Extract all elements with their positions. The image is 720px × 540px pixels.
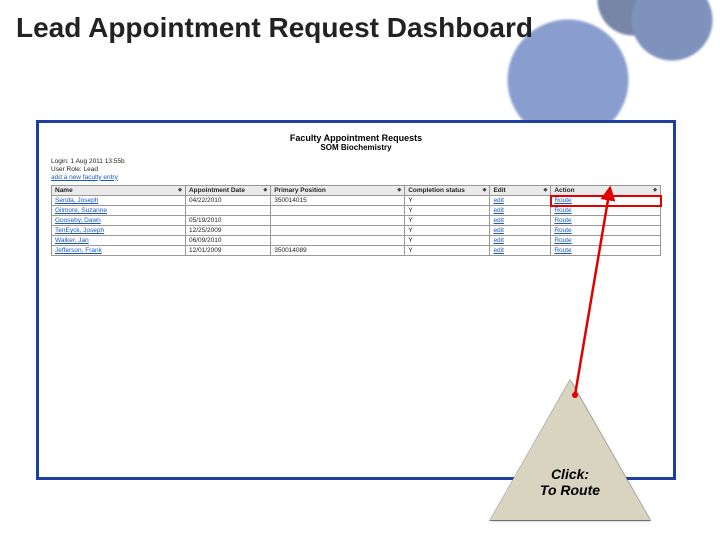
table-header-row: Name◆ Appointment Date◆ Primary Position… [52, 186, 661, 196]
cell-status: Y [405, 226, 490, 236]
requests-table: Name◆ Appointment Date◆ Primary Position… [51, 185, 661, 256]
table-row: Gilmore, Suzanne Y edit Route [52, 206, 661, 216]
cell-position: 350014089 [271, 246, 405, 256]
edit-link[interactable]: edit [493, 227, 503, 234]
name-link[interactable]: Gooseby, Dawn [55, 217, 101, 224]
col-name[interactable]: Name◆ [52, 186, 186, 196]
table-row: Gooseby, Dawn 05/19/2010 Y edit Route [52, 216, 661, 226]
name-link[interactable]: Walker, Jan [55, 237, 89, 244]
callout-line2: To Route [540, 482, 600, 498]
table-row: Walker, Jan 06/09/2010 Y edit Route [52, 236, 661, 246]
cell-position [271, 236, 405, 246]
name-link[interactable]: Senda, Joseph [55, 197, 98, 204]
name-link[interactable]: TenEyck, Joseph [55, 227, 104, 234]
login-meta: Login: 1 Aug 2011 13:55b [51, 158, 661, 166]
edit-link[interactable]: edit [493, 247, 503, 254]
table-row: Jefferson, Frank 12/01/2009 350014089 Y … [52, 246, 661, 256]
col-position[interactable]: Primary Position◆ [271, 186, 405, 196]
dashboard-screenshot: Faculty Appointment Requests SOM Biochem… [39, 123, 673, 268]
col-action[interactable]: Action◆ [551, 186, 661, 196]
edit-link[interactable]: edit [493, 237, 503, 244]
cell-status: Y [405, 206, 490, 216]
route-link[interactable]: Route [554, 227, 571, 234]
cell-date: 05/19/2010 [185, 216, 270, 226]
edit-link[interactable]: edit [493, 207, 503, 214]
cell-position [271, 206, 405, 216]
slide-title: Lead Appointment Request Dashboard [16, 12, 533, 44]
cell-date: 12/25/2009 [185, 226, 270, 236]
cell-position: 350014015 [271, 196, 405, 206]
role-meta: User Role: Lead [51, 166, 661, 174]
col-edit[interactable]: Edit◆ [490, 186, 551, 196]
cell-status: Y [405, 196, 490, 206]
table-row: TenEyck, Joseph 12/25/2009 Y edit Route [52, 226, 661, 236]
route-link[interactable]: Route [554, 237, 571, 244]
edit-link[interactable]: edit [493, 217, 503, 224]
edit-link[interactable]: edit [493, 197, 503, 204]
cell-status: Y [405, 216, 490, 226]
cell-date: 12/01/2009 [185, 246, 270, 256]
callout-text: Click: To Route [510, 466, 630, 498]
cell-position [271, 216, 405, 226]
route-link[interactable]: Route [554, 217, 571, 224]
add-new-faculty-link[interactable]: add a new faculty entry [51, 174, 661, 182]
name-link[interactable]: Gilmore, Suzanne [55, 207, 107, 214]
cell-position [271, 226, 405, 236]
cell-date [185, 206, 270, 216]
cell-date: 04/22/2010 [185, 196, 270, 206]
callout-triangle [490, 380, 650, 520]
cell-status: Y [405, 236, 490, 246]
route-link[interactable]: Route [554, 247, 571, 254]
route-link-highlighted[interactable]: Route [554, 197, 571, 204]
col-date[interactable]: Appointment Date◆ [185, 186, 270, 196]
table-row: Senda, Joseph 04/22/2010 350014015 Y edi… [52, 196, 661, 206]
col-status[interactable]: Completion status◆ [405, 186, 490, 196]
callout-line1: Click: [551, 466, 589, 482]
route-link[interactable]: Route [554, 207, 571, 214]
cell-date: 06/09/2010 [185, 236, 270, 246]
screenshot-subheading: SOM Biochemistry [51, 143, 661, 152]
screenshot-heading: Faculty Appointment Requests [51, 133, 661, 143]
name-link[interactable]: Jefferson, Frank [55, 247, 102, 254]
cell-status: Y [405, 246, 490, 256]
